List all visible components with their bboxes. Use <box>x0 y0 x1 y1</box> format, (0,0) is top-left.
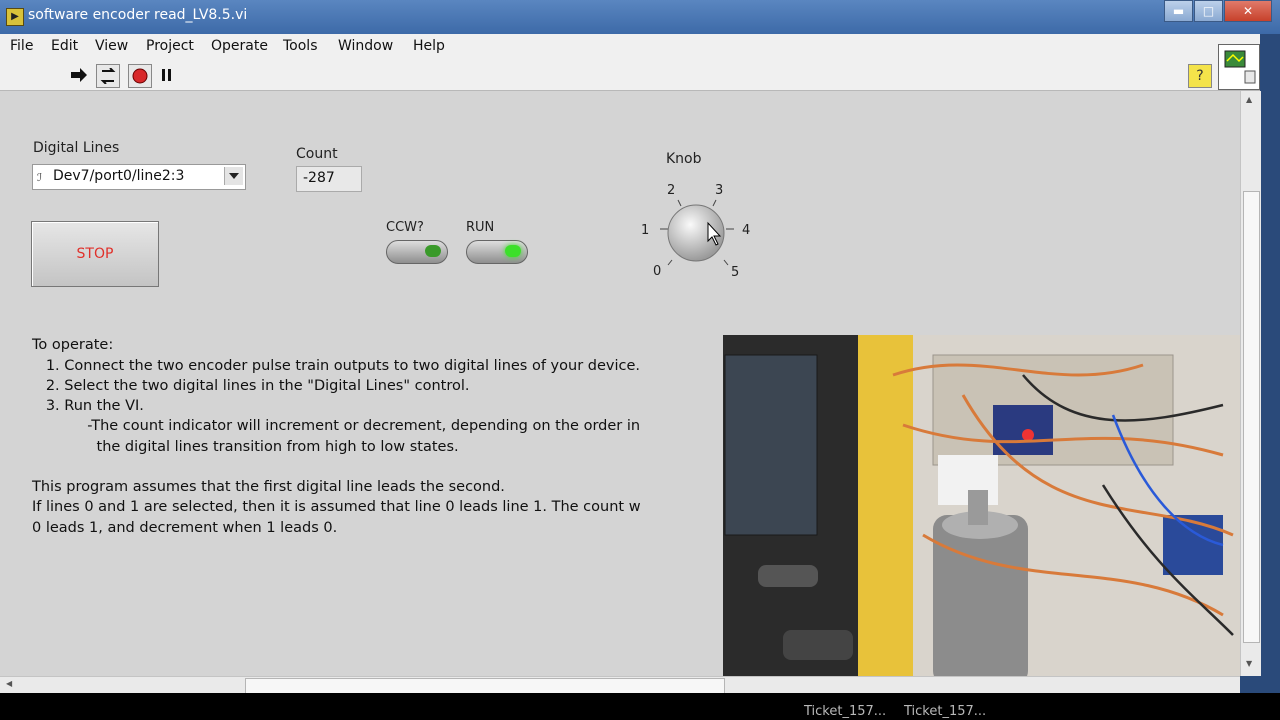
ccw-led-light <box>425 245 441 257</box>
digital-lines-control[interactable]: ℐ Dev7/port0/line2:3 <box>32 164 246 190</box>
window-controls: ▬ □ ✕ <box>1163 0 1272 22</box>
io-name-icon: ℐ <box>37 171 42 184</box>
knob-scale-2: 2 <box>667 183 675 198</box>
close-button[interactable]: ✕ <box>1224 0 1272 22</box>
taskbar: Ticket_157... Ticket_157... <box>0 693 1280 720</box>
knob-control[interactable]: 0 1 2 3 4 5 <box>630 175 760 285</box>
abort-icon <box>132 68 148 84</box>
scroll-left-icon[interactable]: ◀ <box>6 679 12 688</box>
knob-scale-5: 5 <box>731 265 739 280</box>
knob-scale-1: 1 <box>641 223 649 238</box>
maximize-button[interactable]: □ <box>1194 0 1223 22</box>
run-label: RUN <box>466 220 495 235</box>
pause-button[interactable] <box>156 64 178 86</box>
ccw-label: CCW? <box>386 220 424 235</box>
minimize-button[interactable]: ▬ <box>1164 0 1193 22</box>
horizontal-scrollbar[interactable]: ◀ <box>0 676 1240 694</box>
instruction-line: 1. Connect the two encoder pulse train o… <box>32 357 641 374</box>
run-continuously-icon <box>100 68 116 84</box>
taskbar-item[interactable]: Ticket_157... <box>804 704 886 719</box>
instruction-line: If lines 0 and 1 are selected, then it i… <box>32 499 641 516</box>
scroll-down-icon[interactable]: ▼ <box>1246 659 1252 668</box>
menu-help[interactable]: Help <box>413 38 445 54</box>
digital-lines-label: Digital Lines <box>33 140 120 156</box>
instruction-line: the digital lines transition from high t… <box>32 438 459 455</box>
run-arrow-button[interactable] <box>68 64 90 86</box>
menu-tools[interactable]: Tools <box>283 38 318 54</box>
menu-bar: File Edit View Project Operate Tools Win… <box>0 34 1260 58</box>
run-led <box>466 240 528 264</box>
knob-label: Knob <box>666 151 702 167</box>
menu-project[interactable]: Project <box>146 38 194 54</box>
digital-lines-value: Dev7/port0/line2:3 <box>53 168 185 184</box>
abort-button[interactable] <box>128 64 152 88</box>
run-continuously-button[interactable] <box>96 64 120 88</box>
run-led-light <box>505 245 521 257</box>
instruction-line: -The count indicator will increment or d… <box>32 418 641 435</box>
instruction-line: This program assumes that the first digi… <box>32 479 505 496</box>
instruction-line: 0 leads 1, and decrement when 1 leads 0. <box>32 519 338 536</box>
motor-body <box>933 515 1028 685</box>
count-value: -287 <box>303 170 335 186</box>
instructions-text: To operate: 1. Connect the two encoder p… <box>32 315 641 558</box>
labview-vi-icon: ▶ <box>6 8 24 26</box>
count-label: Count <box>296 146 338 162</box>
chevron-down-icon[interactable] <box>224 167 243 185</box>
run-arrow-icon <box>71 68 87 82</box>
context-help-button[interactable]: ? <box>1188 64 1212 88</box>
stop-button[interactable]: STOP <box>31 221 159 287</box>
instruction-line: To operate: <box>32 337 114 354</box>
knob-scale-3: 3 <box>715 183 723 198</box>
instruction-line: 2. Select the two digital lines in the "… <box>32 377 470 394</box>
horizontal-scroll-thumb[interactable] <box>245 678 725 694</box>
vertical-scroll-thumb[interactable] <box>1243 191 1260 643</box>
knob-scale-4: 4 <box>742 223 750 238</box>
pause-icon <box>162 69 171 81</box>
scroll-up-icon[interactable]: ▲ <box>1246 95 1252 104</box>
menu-view[interactable]: View <box>95 38 128 54</box>
toolbar: ? <box>0 58 1260 91</box>
count-indicator: -287 <box>296 166 362 192</box>
vertical-scrollbar[interactable]: ▲ ▼ <box>1240 91 1261 676</box>
menu-edit[interactable]: Edit <box>51 38 78 54</box>
taskbar-item[interactable]: Ticket_157... <box>904 704 986 719</box>
ccw-led <box>386 240 448 264</box>
vi-icon-graphic <box>1224 50 1256 84</box>
title-bar: ▶ software encoder read_LV8.5.vi ▬ □ ✕ <box>0 0 1280 34</box>
video-frame <box>723 335 1240 693</box>
menu-window[interactable]: Window <box>338 38 393 54</box>
instruction-line: 3. Run the VI. <box>32 398 144 415</box>
svg-text:ℐ: ℐ <box>37 171 42 184</box>
window-title: software encoder read_LV8.5.vi <box>28 7 248 23</box>
menu-file[interactable]: File <box>10 38 33 54</box>
instruction-line <box>32 457 641 477</box>
vi-connector-icon[interactable] <box>1218 44 1260 90</box>
webcam-video-overlay <box>723 335 1240 693</box>
menu-operate[interactable]: Operate <box>211 38 268 54</box>
knob-scale-0: 0 <box>653 264 661 279</box>
